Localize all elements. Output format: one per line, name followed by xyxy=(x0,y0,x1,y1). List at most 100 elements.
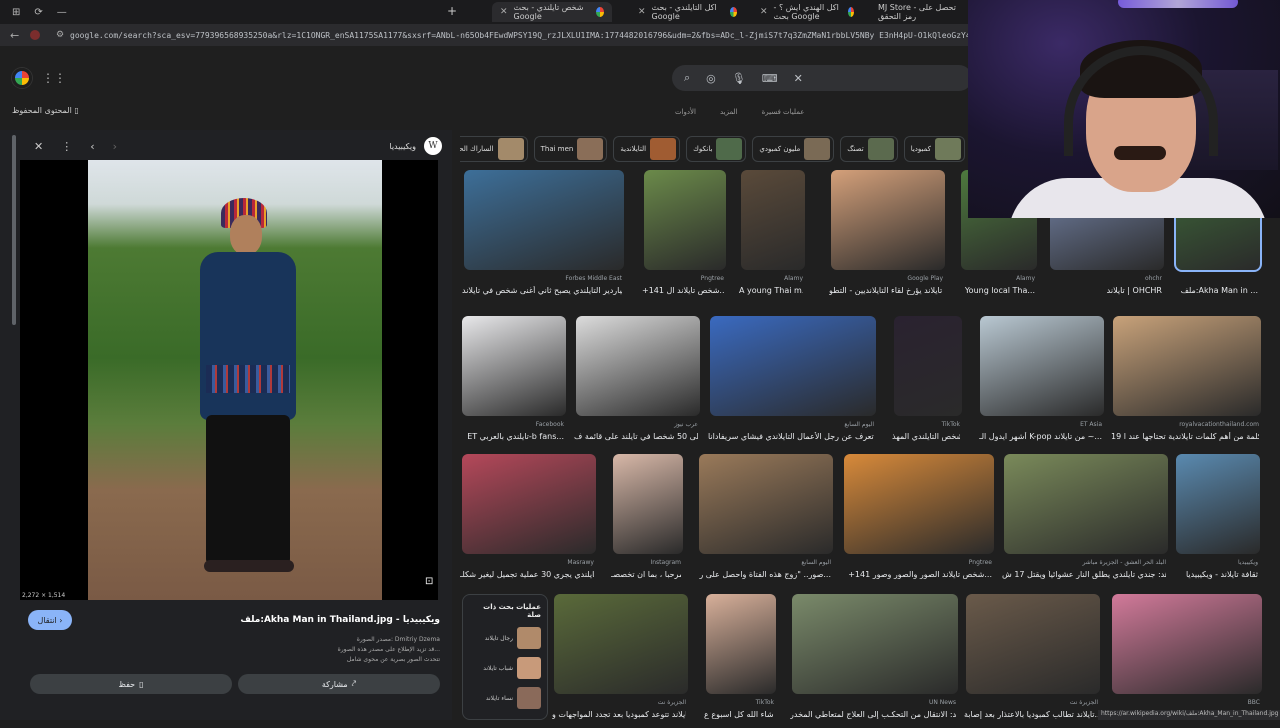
image-result[interactable]: Masrawy تايلندي يجري 30 عملية تجميل ليغير… xyxy=(460,454,596,588)
image-result[interactable]: Forbes Middle East الملياردير التايلندي ي… xyxy=(462,170,624,304)
image-result[interactable]: البلد الحر العشق - الجزيرة مباشر شاهد: جن… xyxy=(1002,454,1168,588)
result-thumbnail[interactable] xyxy=(576,316,700,416)
result-thumbnail[interactable] xyxy=(1176,454,1260,554)
image-result[interactable]: الجزيرة نت تايلاند تطالب كمبوديا بالاعتذا… xyxy=(964,594,1100,728)
result-caption[interactable]: الملياردير التايلندي يصبح ثاني أغنى شخص … xyxy=(462,286,622,295)
result-caption[interactable]: +141 شخص تايلاند ال... xyxy=(642,286,724,295)
reload-icon[interactable]: ⟳ xyxy=(34,7,42,18)
result-caption[interactable]: تايلاند تطالب كمبوديا بالاعتذار بعد إصاب… xyxy=(964,710,1098,719)
tab[interactable]: MJ Store - تحصل على رمز التحقق xyxy=(870,2,970,22)
result-caption[interactable]: ان شاء الله كل اسبوع ع... xyxy=(704,710,774,719)
panel-scrollbar[interactable] xyxy=(12,135,16,325)
more-options-icon[interactable]: ⋮ xyxy=(61,140,72,153)
result-thumbnail[interactable] xyxy=(1113,316,1261,416)
result-thumbnail[interactable] xyxy=(462,454,596,554)
result-caption[interactable]: ET تايلندي بالعربي-b fans... xyxy=(467,432,564,441)
close-tab-icon[interactable]: ✕ xyxy=(638,7,646,17)
image-result[interactable]: TikTok ان شاء الله كل اسبوع ع... xyxy=(704,594,776,728)
result-thumbnail[interactable] xyxy=(1112,594,1262,694)
result-thumbnail[interactable] xyxy=(699,454,833,554)
chip[interactable]: الساراك الحمدية xyxy=(460,136,528,162)
result-caption[interactable]: شاهد: جندي تايلندي يطلق النار عشوائياً و… xyxy=(1002,570,1166,579)
result-thumbnail[interactable] xyxy=(894,316,962,416)
chip[interactable]: تصنگ xyxy=(840,136,898,162)
close-tab-icon[interactable]: ✕ xyxy=(500,7,508,17)
image-result[interactable]: اليوم السابع ماذا تعرف عن رجل الأعمال الت… xyxy=(708,316,876,450)
google-logo[interactable] xyxy=(12,68,32,88)
result-caption[interactable]: تايلندي يجري 30 عملية تجميل ليغير شكلـ..… xyxy=(460,570,594,579)
tab-search-icon[interactable]: ⊞ xyxy=(12,7,20,18)
image-result[interactable]: الجزيرة نت تايلاند تتوعد كمبوديا بعد تجدد… xyxy=(552,594,688,728)
back-icon[interactable]: ← xyxy=(10,29,19,42)
result-thumbnail[interactable] xyxy=(966,594,1100,694)
image-result[interactable]: BBC... xyxy=(1112,594,1262,728)
image-result[interactable]: Facebook ET تايلندي بالعربي-b fans... xyxy=(462,316,566,450)
filter-safe[interactable]: عمليات فسيرة xyxy=(762,108,805,116)
preview-title[interactable]: ملف:Akha Man in Thailand.jpg - ويكيبيديا xyxy=(240,615,440,625)
result-caption[interactable]: تايلاند يؤرخ لقاء التايلانديين - التطو..… xyxy=(829,286,943,295)
image-result[interactable]: Google Play تايلاند يؤرخ لقاء التايلانديي… xyxy=(829,170,945,304)
result-thumbnail[interactable] xyxy=(554,594,688,694)
image-result[interactable]: Alamy A young Thai m... xyxy=(739,170,805,304)
close-icon[interactable]: ✕ xyxy=(34,140,43,153)
lens-search-icon[interactable]: ⊡ xyxy=(425,576,433,587)
extension-icon[interactable] xyxy=(30,30,40,40)
filter-tools[interactable]: الأدوات xyxy=(675,108,696,116)
result-thumbnail[interactable] xyxy=(613,454,683,554)
result-caption[interactable]: أعلى 50 شخصا في تايلند على قائمة ف... xyxy=(574,432,698,441)
chip[interactable]: بانكوك xyxy=(686,136,747,162)
result-caption[interactable]: أشهر ايدول الـ K-pop من تايلاند ~... xyxy=(979,432,1102,441)
chip[interactable]: Thai men xyxy=(533,136,608,162)
image-result[interactable]: TikTok الشخص التايلندي المهذ... xyxy=(892,316,962,450)
result-caption[interactable]: 19 كلمة من أهم كلمات تايلاندية تحتاجها ع… xyxy=(1111,432,1259,441)
prev-icon[interactable]: ‹ xyxy=(90,140,94,153)
clear-icon[interactable]: ✕ xyxy=(794,72,803,85)
close-tab-icon[interactable]: ✕ xyxy=(760,7,768,17)
new-tab-button[interactable]: + xyxy=(447,4,457,18)
result-caption[interactable]: ثقافة تايلاند - ويكيبيديا xyxy=(1186,570,1258,579)
chip[interactable]: كمبوديا xyxy=(903,136,965,162)
apps-grid-icon[interactable]: ⋮⋮ xyxy=(42,71,66,85)
related-item[interactable]: شباب تايلاند xyxy=(463,653,547,683)
tab-active[interactable]: ✕ شخص تايلندي - بحث Google xyxy=(492,2,612,22)
result-caption[interactable]: ماذا تعرف عن رجل الأعمال التايلاندي فيشا… xyxy=(708,432,874,441)
result-caption[interactable]: ملف:Akha Man in ... xyxy=(1181,286,1258,295)
result-thumbnail[interactable] xyxy=(741,170,805,270)
result-thumbnail[interactable] xyxy=(980,316,1104,416)
image-result[interactable]: Instagram مرحبا ، بما ان تخصصـ... xyxy=(611,454,683,588)
image-result[interactable]: عرب نيوز أعلى 50 شخصا في تايلند على قائمة… xyxy=(574,316,700,450)
result-caption[interactable]: تايلاند | OHCHR xyxy=(1107,286,1162,295)
visit-button[interactable]: انتقال › xyxy=(28,610,72,630)
next-icon[interactable]: › xyxy=(113,140,117,153)
result-caption[interactable]: A young Thai m... xyxy=(739,286,803,295)
image-result[interactable]: اليوم السابع صور.. "زوج هذه الفتاة واحصل … xyxy=(699,454,833,588)
result-thumbnail[interactable] xyxy=(644,170,726,270)
result-thumbnail[interactable] xyxy=(464,170,624,270)
search-box[interactable]: ⌕ ◎ 🎙 ⌨ ✕ xyxy=(672,65,972,91)
keyboard-icon[interactable]: ⌨ xyxy=(762,72,778,85)
chip[interactable]: التايلاندية xyxy=(613,136,681,162)
result-caption[interactable]: مرحبا ، بما ان تخصصـ... xyxy=(611,570,681,579)
url-field[interactable]: google.com/search?sca_esv=77939656893525… xyxy=(70,31,970,40)
lens-icon[interactable]: ◎ xyxy=(706,72,716,85)
saved-content-link[interactable]: المحتوى المحفوظ ▯ xyxy=(12,106,79,115)
result-caption[interactable]: تايلاند تتوعد كمبوديا بعد تجدد المواجهات… xyxy=(552,710,686,719)
image-result[interactable]: Pngtree +141 شخص تايلاند ال... xyxy=(642,170,726,304)
related-item[interactable]: رجال تايلاند xyxy=(463,623,547,653)
image-result[interactable]: ET Asia أشهر ايدول الـ K-pop من تايلاند ~… xyxy=(979,316,1104,450)
result-caption[interactable]: Young local Tha... xyxy=(965,286,1035,295)
result-caption[interactable]: الشخص التايلندي المهذ... xyxy=(892,432,960,441)
result-caption[interactable]: صور.. "زوج هذه الفتاة واحصل على ر... xyxy=(699,570,831,579)
minimize-icon[interactable]: — xyxy=(57,7,67,18)
image-viewer[interactable]: 2,272 × 1,514 ⊡ xyxy=(20,160,438,600)
save-button[interactable]: حفظ ▯ xyxy=(30,674,232,694)
akha-man-photo[interactable] xyxy=(88,160,382,600)
image-result[interactable]: Pngtree +141 شخص تايلاند الصور والصور وصو… xyxy=(844,454,994,588)
filter-more[interactable]: المزيد xyxy=(720,108,738,116)
panel-source[interactable]: ويكيبيديا W xyxy=(389,137,442,155)
search-icon[interactable]: ⌕ xyxy=(684,71,690,85)
result-caption[interactable]: تايلند: الانتقال من التحكـب إلى العلاج ل… xyxy=(790,710,956,719)
tab[interactable]: ✕ اكل الهندي ايش ؟ - بحث Google xyxy=(752,2,862,22)
image-result[interactable]: royalvacationthailand.com 19 كلمة من أهم … xyxy=(1111,316,1261,450)
related-item[interactable]: نساء تايلاند xyxy=(463,683,547,713)
